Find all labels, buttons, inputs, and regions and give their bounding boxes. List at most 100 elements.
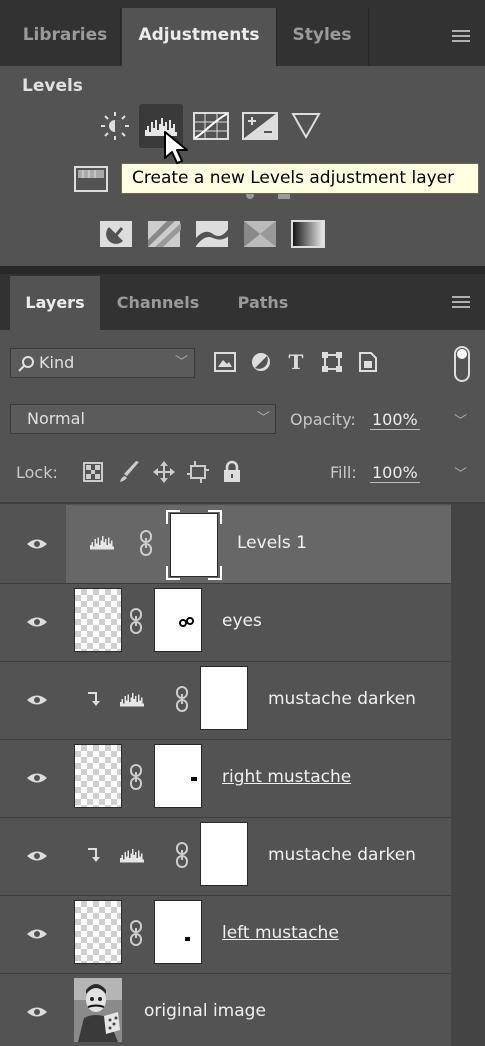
row-divider bbox=[0, 661, 451, 662]
layer-name[interactable]: eyes bbox=[222, 611, 262, 631]
fill-value[interactable]: 100% bbox=[370, 463, 420, 483]
search-icon bbox=[18, 356, 34, 372]
selection-corner bbox=[166, 566, 180, 580]
layer-name[interactable]: left mustache bbox=[222, 923, 339, 943]
tooltip: Create a new Levels adjustment layer bbox=[121, 163, 479, 194]
hue-saturation-icon[interactable] bbox=[74, 166, 108, 192]
lock-label: Lock: bbox=[16, 463, 58, 482]
svg-text:T: T bbox=[289, 351, 304, 373]
chevron-down-icon: ﹀ bbox=[257, 411, 271, 426]
threshold-icon[interactable] bbox=[195, 220, 229, 248]
filter-toggle-switch[interactable] bbox=[454, 346, 470, 382]
lock-image-pixels-icon[interactable] bbox=[118, 460, 142, 484]
eye-icon[interactable] bbox=[26, 928, 48, 940]
link-icon[interactable] bbox=[138, 529, 154, 557]
panel-menu-icon[interactable] bbox=[452, 30, 470, 42]
tab-styles[interactable]: Styles bbox=[276, 8, 369, 66]
levels-layer-icon bbox=[120, 849, 144, 863]
filter-toggle-knob bbox=[457, 349, 467, 359]
layer-thumbnail[interactable] bbox=[74, 744, 122, 808]
invert-icon[interactable] bbox=[99, 220, 133, 248]
fill-chevron-icon[interactable]: ﹀ bbox=[454, 463, 467, 482]
opacity-value[interactable]: 100% bbox=[370, 410, 420, 430]
link-icon[interactable] bbox=[128, 607, 144, 635]
link-icon[interactable] bbox=[174, 841, 190, 869]
layers-panel-menu-icon[interactable] bbox=[452, 296, 470, 308]
gradient-map-icon[interactable] bbox=[291, 220, 325, 248]
mask-thumbnail[interactable] bbox=[154, 900, 202, 964]
tab-paths[interactable]: Paths bbox=[218, 276, 308, 330]
layer-name[interactable]: Levels 1 bbox=[237, 533, 307, 553]
channel-mixer-icon[interactable] bbox=[278, 194, 290, 199]
link-icon[interactable] bbox=[128, 919, 144, 947]
clipping-arrow-icon bbox=[88, 692, 100, 706]
clipping-arrow-icon bbox=[88, 848, 100, 862]
smart-object-filter-icon[interactable] bbox=[358, 351, 378, 373]
layer-thumbnail[interactable] bbox=[74, 900, 122, 964]
eye-icon[interactable] bbox=[26, 538, 48, 550]
levels-layer-icon bbox=[90, 536, 114, 550]
fill-label: Fill: bbox=[330, 463, 357, 482]
pixel-layer-filter-icon[interactable] bbox=[214, 352, 236, 372]
selection-corner bbox=[166, 510, 180, 524]
row-divider bbox=[0, 973, 451, 974]
mask-content bbox=[191, 777, 197, 781]
layer-name[interactable]: mustache darken bbox=[268, 689, 416, 709]
layer-name[interactable]: original image bbox=[144, 1001, 266, 1021]
layer-name[interactable]: right mustache bbox=[222, 767, 351, 787]
panel-divider bbox=[0, 266, 485, 274]
eye-icon[interactable] bbox=[26, 616, 48, 628]
filter-kind-select[interactable]: Kind ﹀ bbox=[10, 348, 195, 378]
photo-thumbnail-image[interactable] bbox=[74, 978, 122, 1042]
layer-mask-thumbnail-selected[interactable] bbox=[166, 510, 222, 580]
row-divider bbox=[0, 583, 451, 584]
row-divider bbox=[0, 739, 451, 740]
tab-channels[interactable]: Channels bbox=[104, 276, 212, 330]
tab-layers[interactable]: Layers bbox=[10, 276, 100, 330]
layer-thumbnail[interactable] bbox=[74, 588, 122, 652]
selective-color-icon[interactable] bbox=[243, 220, 277, 248]
lock-artboard-icon[interactable] bbox=[186, 460, 210, 484]
eye-icon[interactable] bbox=[26, 1006, 48, 1018]
link-icon[interactable] bbox=[174, 685, 190, 713]
layers-scrollbar[interactable] bbox=[451, 504, 485, 1046]
layers-list-top-border bbox=[0, 502, 485, 504]
selection-corner bbox=[208, 566, 222, 580]
brightness-contrast-icon[interactable] bbox=[98, 110, 132, 142]
opacity-chevron-icon[interactable]: ﹀ bbox=[454, 410, 467, 429]
posterize-icon[interactable] bbox=[147, 220, 181, 248]
mouse-cursor-icon bbox=[164, 131, 188, 164]
vibrance-icon[interactable] bbox=[290, 110, 322, 140]
mask-content bbox=[179, 617, 194, 627]
blend-mode-select[interactable]: Normal ﹀ bbox=[10, 404, 276, 434]
layer-name[interactable]: mustache darken bbox=[268, 845, 416, 865]
selection-corner bbox=[208, 510, 222, 524]
levels-layer-icon bbox=[120, 693, 144, 707]
row-divider bbox=[0, 895, 451, 896]
type-layer-filter-icon[interactable]: T bbox=[285, 351, 307, 373]
eye-icon[interactable] bbox=[26, 772, 48, 784]
curves-icon[interactable] bbox=[193, 112, 229, 140]
adjustments-section-title: Levels bbox=[22, 76, 83, 96]
mask-thumbnail[interactable] bbox=[200, 666, 248, 730]
lock-all-icon[interactable] bbox=[222, 460, 242, 484]
eye-icon[interactable] bbox=[26, 694, 48, 706]
chevron-down-icon: ﹀ bbox=[175, 355, 189, 370]
mask-thumbnail[interactable] bbox=[154, 588, 202, 652]
blend-mode-value: Normal bbox=[27, 409, 85, 428]
mask-content bbox=[185, 937, 190, 941]
exposure-icon[interactable] bbox=[242, 112, 278, 140]
mask-thumbnail[interactable] bbox=[200, 822, 248, 886]
eye-icon[interactable] bbox=[26, 850, 48, 862]
tab-libraries[interactable]: Libraries bbox=[10, 8, 121, 66]
mask-thumbnail[interactable] bbox=[154, 744, 202, 808]
link-icon[interactable] bbox=[128, 763, 144, 791]
shape-layer-filter-icon[interactable] bbox=[321, 351, 343, 373]
adjustment-layer-filter-icon[interactable] bbox=[250, 351, 272, 373]
filter-kind-label: Kind bbox=[39, 353, 75, 372]
lock-transparent-pixels-icon[interactable] bbox=[83, 462, 103, 482]
tab-adjustments[interactable]: Adjustments bbox=[122, 8, 277, 66]
lock-position-icon[interactable] bbox=[152, 460, 176, 484]
opacity-label: Opacity: bbox=[290, 410, 356, 429]
row-divider bbox=[0, 817, 451, 818]
